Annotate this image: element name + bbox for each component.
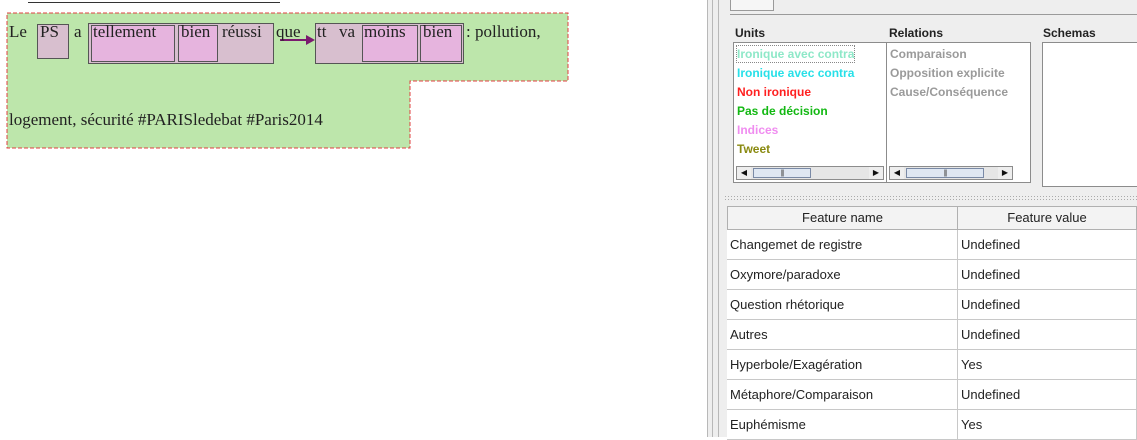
word-a: a <box>74 22 82 41</box>
feature-name-cell[interactable]: Euphémisme <box>727 410 958 440</box>
word-bien-2: bien <box>423 22 453 41</box>
table-row[interactable]: Oxymore/paradoxe Undefined <box>727 260 1137 290</box>
grip-icon: ||| <box>780 170 785 177</box>
feature-value-cell[interactable]: Undefined <box>958 230 1137 260</box>
table-row[interactable]: Changemet de registre Undefined <box>727 230 1137 260</box>
col-header-feature-name[interactable]: Feature name <box>727 206 958 230</box>
feature-value-cell[interactable]: Undefined <box>958 260 1137 290</box>
units-list[interactable]: Ironique avec contra Ironique avec contr… <box>733 42 887 183</box>
table-row[interactable]: Autres Undefined <box>727 320 1137 350</box>
divider <box>712 0 713 437</box>
unit-item[interactable]: Non ironique <box>737 84 811 100</box>
unit-item[interactable]: Ironique avec contra <box>737 65 854 81</box>
relation-item[interactable]: Opposition explicite <box>890 65 1005 81</box>
table-row[interactable]: Question rhétorique Undefined <box>727 290 1137 320</box>
unit-item[interactable]: Indices <box>737 122 778 138</box>
feature-name-cell[interactable]: Oxymore/paradoxe <box>727 260 958 290</box>
annotation-canvas: Le PS a tellement bien réussi que tt va … <box>6 12 569 149</box>
feature-value-cell[interactable]: Undefined <box>958 320 1137 350</box>
word-tellement: tellement <box>93 22 157 41</box>
table-row[interactable]: Métaphore/Comparaison Undefined <box>727 380 1137 410</box>
table-row[interactable]: Hyperbole/Exagération Yes <box>727 350 1137 380</box>
feature-value-cell[interactable]: Yes <box>958 350 1137 380</box>
divider <box>707 0 708 437</box>
top-rule <box>28 2 280 3</box>
schemas-label: Schemas <box>1043 26 1096 40</box>
feature-value-cell[interactable]: Undefined <box>958 380 1137 410</box>
relations-label: Relations <box>889 26 944 40</box>
word-va: va <box>339 22 356 41</box>
word-ps: PS <box>40 22 59 41</box>
word-tt: tt <box>317 22 327 41</box>
scroll-thumb[interactable]: ||| <box>906 168 984 178</box>
relation-item[interactable]: Cause/Conséquence <box>890 84 1008 100</box>
word-rest: : pollution, <box>466 22 541 41</box>
schemas-list[interactable] <box>1042 42 1137 187</box>
feature-name-cell[interactable]: Question rhétorique <box>727 290 958 320</box>
word-bien-1: bien <box>181 22 211 41</box>
unit-item[interactable]: Ironique avec contra <box>735 45 856 63</box>
scroll-left-icon[interactable]: ◀ <box>890 167 904 179</box>
feature-name-cell[interactable]: Hyperbole/Exagération <box>727 350 958 380</box>
units-hscrollbar[interactable]: ◀ ||| ▶ <box>736 166 884 180</box>
tab-stub[interactable] <box>730 0 774 11</box>
relation-item[interactable]: Comparaison <box>890 46 967 62</box>
units-label: Units <box>735 26 765 40</box>
feature-name-cell[interactable]: Autres <box>727 320 958 350</box>
split-pane-divider[interactable] <box>724 195 1137 201</box>
unit-item[interactable]: Pas de décision <box>737 103 828 119</box>
panel-topbar <box>730 0 1137 15</box>
unit-item[interactable]: Tweet <box>737 141 770 157</box>
feature-value-cell[interactable]: Undefined <box>958 290 1137 320</box>
feature-table[interactable]: Feature name Feature value Changemet de … <box>727 206 1137 440</box>
divider <box>718 0 719 437</box>
grip-icon: ||| <box>943 170 948 177</box>
word-reussi: réussi <box>222 22 262 41</box>
relations-list[interactable]: Comparaison Opposition explicite Cause/C… <box>886 42 1031 183</box>
scroll-right-icon[interactable]: ▶ <box>869 167 883 179</box>
word-le: Le <box>9 22 27 41</box>
scroll-right-icon[interactable]: ▶ <box>998 167 1012 179</box>
col-header-feature-value[interactable]: Feature value <box>957 206 1137 230</box>
relations-hscrollbar[interactable]: ◀ ||| ▶ <box>889 166 1013 180</box>
text-line-2: logement, sécurité #PARISledebat #Paris2… <box>9 110 323 129</box>
feature-name-cell[interactable]: Métaphore/Comparaison <box>727 380 958 410</box>
word-moins: moins <box>364 22 406 41</box>
feature-value-cell[interactable]: Yes <box>958 410 1137 440</box>
scroll-thumb[interactable]: ||| <box>753 168 811 178</box>
scroll-left-icon[interactable]: ◀ <box>737 167 751 179</box>
word-que: que <box>276 22 301 41</box>
table-row[interactable]: Euphémisme Yes <box>727 410 1137 440</box>
feature-name-cell[interactable]: Changemet de registre <box>727 230 958 260</box>
